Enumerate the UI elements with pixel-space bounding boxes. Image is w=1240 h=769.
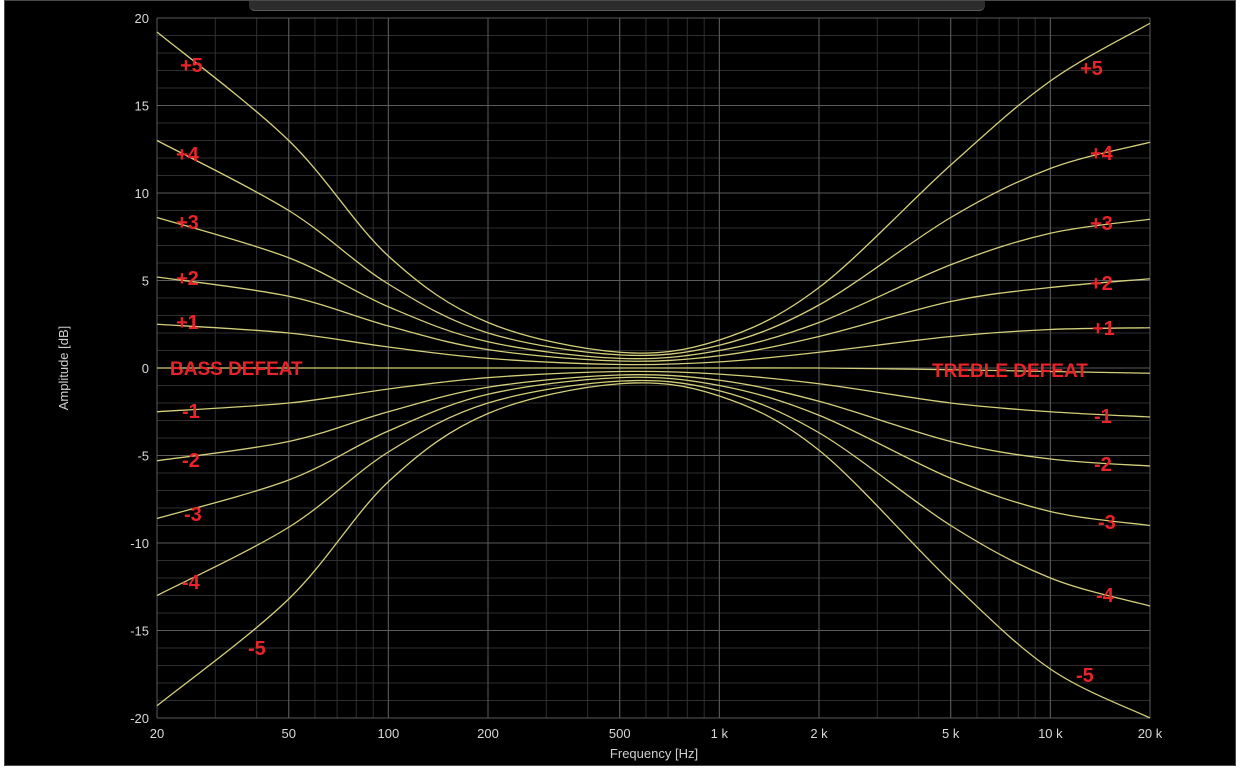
y-tick-label: -5 [137, 449, 149, 464]
bass-level-label: +3 [176, 212, 199, 234]
bass-level-label: -5 [248, 638, 266, 660]
x-tick-label: 500 [609, 726, 631, 741]
treble-defeat-label: TREBLE DEFEAT [932, 361, 1088, 382]
treble-level-label: -3 [1098, 512, 1116, 534]
treble-level-label: +1 [1092, 318, 1115, 340]
treble-level-label: -4 [1096, 585, 1115, 607]
y-axis-title: Amplitude [dB] [56, 326, 71, 411]
y-tick-label: 10 [135, 186, 149, 201]
bass-level-label: +2 [176, 268, 199, 290]
x-tick-label: 1 k [711, 726, 729, 741]
bass-level-label: -3 [184, 504, 202, 526]
x-axis-title: Frequency [Hz] [610, 746, 698, 761]
y-tick-label: 20 [135, 11, 149, 26]
treble-level-label: +3 [1090, 213, 1113, 235]
x-axis-ticks: 20 50 100 200 500 1 k 2 k 5 k 10 k 20 k [150, 726, 1163, 741]
y-tick-label: -20 [130, 711, 149, 726]
x-tick-label: 20 k [1138, 726, 1163, 741]
y-tick-label: -10 [130, 536, 149, 551]
x-tick-label: 5 k [942, 726, 960, 741]
bass-level-label: -4 [182, 572, 201, 594]
y-tick-label: 15 [135, 99, 149, 114]
y-tick-label: 5 [142, 274, 149, 289]
treble-level-label: -2 [1094, 454, 1112, 476]
bass-level-label: +1 [176, 312, 199, 334]
x-tick-label: 10 k [1038, 726, 1063, 741]
x-tick-label: 200 [477, 726, 499, 741]
bass-defeat-label: BASS DEFEAT [170, 359, 303, 380]
y-axis-ticks: 20 15 10 5 0 -5 -10 -15 -20 [130, 11, 149, 726]
frequency-response-chart: 20151050-5-10-15-20 20 50 100 200 500 1 k2 k5… [56, 11, 1163, 761]
treble-level-label: -5 [1076, 665, 1094, 687]
x-tick-label: 100 [378, 726, 400, 741]
y-tick-label: 0 [142, 361, 149, 376]
bass-level-label: -2 [182, 450, 200, 472]
x-tick-label: 20 [150, 726, 164, 741]
x-tick-label: 50 [281, 726, 295, 741]
bass-level-label: +5 [180, 55, 203, 77]
x-tick-label: 2 k [810, 726, 828, 741]
treble-level-label: -1 [1094, 406, 1112, 428]
bass-level-label: -1 [182, 401, 200, 423]
y-tick-label: -15 [130, 624, 149, 639]
bass-level-label: +4 [176, 144, 200, 166]
treble-level-label: +4 [1090, 143, 1114, 165]
treble-level-label: +2 [1090, 273, 1113, 295]
treble-level-label: +5 [1080, 58, 1103, 80]
